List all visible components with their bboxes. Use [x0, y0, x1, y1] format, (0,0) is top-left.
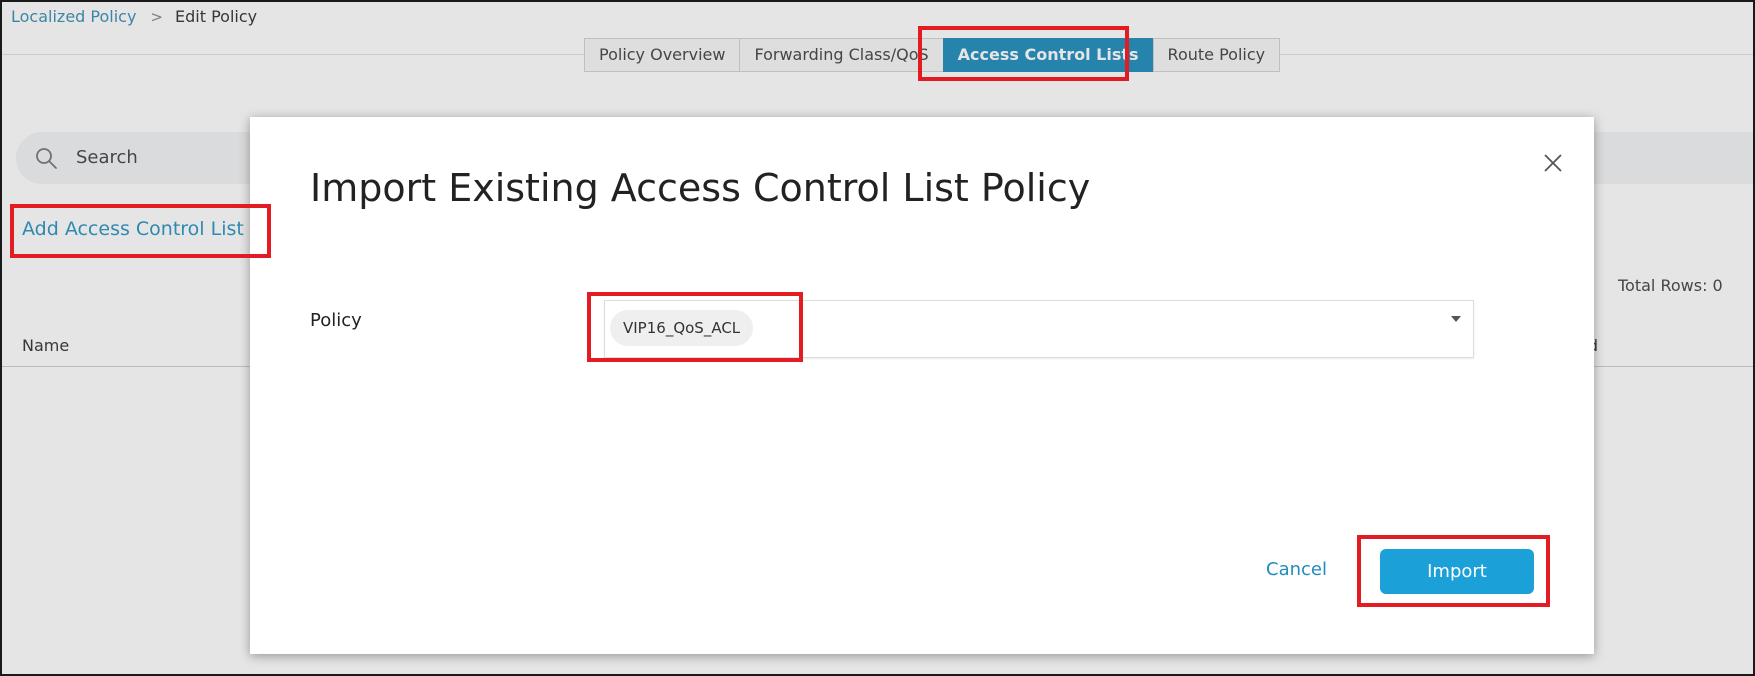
- import-button[interactable]: Import: [1380, 549, 1534, 594]
- app-frame: Localized Policy > Edit Policy Policy Ov…: [0, 0, 1755, 676]
- selected-policy-chip[interactable]: VIP16_QoS_ACL: [610, 310, 754, 346]
- policy-field-label: Policy: [310, 310, 362, 331]
- cancel-button[interactable]: Cancel: [1266, 559, 1327, 580]
- import-acl-policy-dialog: Import Existing Access Control List Poli…: [250, 117, 1594, 654]
- close-icon[interactable]: [1540, 150, 1566, 176]
- chevron-down-icon[interactable]: [1451, 316, 1461, 322]
- dialog-title: Import Existing Access Control List Poli…: [310, 166, 1091, 210]
- policy-select[interactable]: VIP16_QoS_ACL: [604, 300, 1474, 358]
